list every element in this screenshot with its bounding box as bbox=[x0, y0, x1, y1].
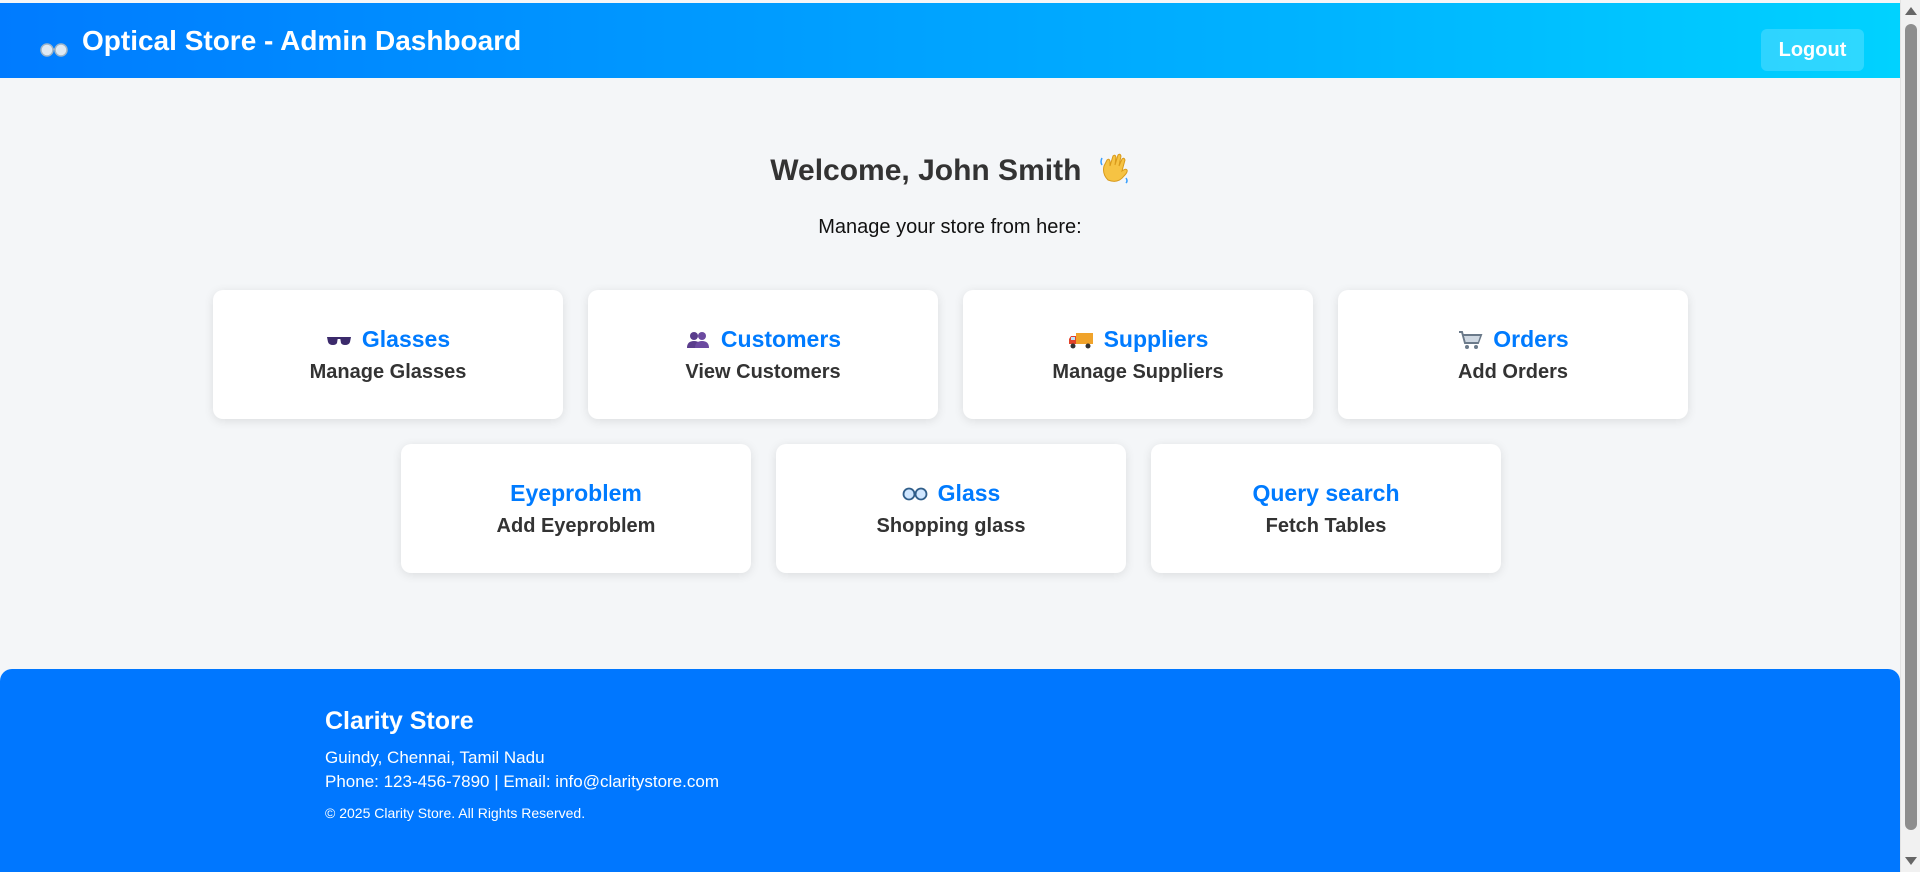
card-customers-title: Customers bbox=[685, 326, 841, 353]
card-orders-label: Orders bbox=[1493, 325, 1569, 352]
card-glass-label: Glass bbox=[937, 479, 1001, 506]
app-title: Optical Store - Admin Dashboard bbox=[82, 24, 522, 56]
vertical-scrollbar[interactable] bbox=[1900, 0, 1920, 872]
footer: Clarity Store Guindy, Chennai, Tamil Nad… bbox=[0, 669, 1900, 872]
sunglasses-icon bbox=[326, 329, 352, 349]
footer-address: Guindy, Chennai, Tamil Nadu bbox=[325, 748, 545, 767]
card-query-search-label: Query search bbox=[1252, 479, 1400, 506]
footer-title: Clarity Store bbox=[325, 707, 474, 735]
dashboard-page: Optical Store - Admin Dashboard Logout W… bbox=[0, 0, 1920, 872]
top-header: Optical Store - Admin Dashboard Logout bbox=[0, 3, 1900, 78]
card-eyeproblem-title: Eyeproblem bbox=[510, 480, 642, 507]
card-orders-title: Orders bbox=[1457, 325, 1569, 353]
welcome-text: Welcome, John Smith bbox=[770, 153, 1082, 187]
card-glasses[interactable]: Glasses Manage Glasses bbox=[213, 290, 563, 419]
scroll-thumb[interactable] bbox=[1905, 24, 1917, 830]
card-suppliers-label: Suppliers bbox=[1103, 325, 1209, 352]
welcome-subtitle: Manage your store from here: bbox=[818, 216, 1082, 238]
footer-copyright: © 2025 Clarity Store. All Rights Reserve… bbox=[325, 805, 586, 821]
card-glasses-title: Glasses bbox=[326, 326, 450, 353]
card-glass[interactable]: Glass Shopping glass bbox=[776, 444, 1126, 573]
card-customers[interactable]: Customers View Customers bbox=[588, 290, 938, 419]
card-orders-subtitle: Add Orders bbox=[1457, 360, 1569, 383]
scroll-down-arrow-icon[interactable] bbox=[1905, 857, 1917, 865]
shopping-cart-icon bbox=[1457, 329, 1483, 349]
card-eyeproblem-subtitle: Add Eyeproblem bbox=[496, 514, 656, 537]
welcome-heading: Welcome, John Smith bbox=[0, 152, 1900, 192]
card-eyeproblem[interactable]: Eyeproblem Add Eyeproblem bbox=[401, 444, 751, 573]
customers-icon bbox=[685, 329, 711, 349]
card-query-search-subtitle: Fetch Tables bbox=[1265, 514, 1387, 537]
card-suppliers-title: Suppliers bbox=[1068, 325, 1209, 353]
card-suppliers[interactable]: Suppliers Manage Suppliers bbox=[963, 290, 1313, 419]
card-query-search[interactable]: Query search Fetch Tables bbox=[1151, 444, 1501, 573]
card-query-search-title: Query search bbox=[1252, 480, 1399, 507]
brand: Optical Store - Admin Dashboard bbox=[40, 25, 521, 57]
card-orders[interactable]: Orders Add Orders bbox=[1338, 290, 1688, 419]
card-glass-title: Glass bbox=[902, 479, 1001, 507]
card-glasses-label: Glasses bbox=[361, 325, 451, 352]
card-eyeproblem-label: Eyeproblem bbox=[510, 479, 642, 506]
card-suppliers-subtitle: Manage Suppliers bbox=[1052, 360, 1224, 383]
card-glass-subtitle: Shopping glass bbox=[876, 514, 1026, 537]
waving-hand-icon bbox=[1100, 152, 1130, 192]
card-glasses-subtitle: Manage Glasses bbox=[309, 360, 467, 383]
footer-contact: Phone: 123-456-7890 | Email: info@clarit… bbox=[325, 772, 719, 791]
delivery-truck-icon bbox=[1068, 329, 1094, 349]
card-customers-label: Customers bbox=[720, 325, 842, 352]
logout-button[interactable]: Logout bbox=[1761, 29, 1864, 71]
card-customers-subtitle: View Customers bbox=[685, 360, 841, 383]
scroll-up-arrow-icon[interactable] bbox=[1905, 7, 1917, 15]
glasses-icon bbox=[902, 483, 928, 503]
glasses-icon bbox=[40, 33, 68, 57]
